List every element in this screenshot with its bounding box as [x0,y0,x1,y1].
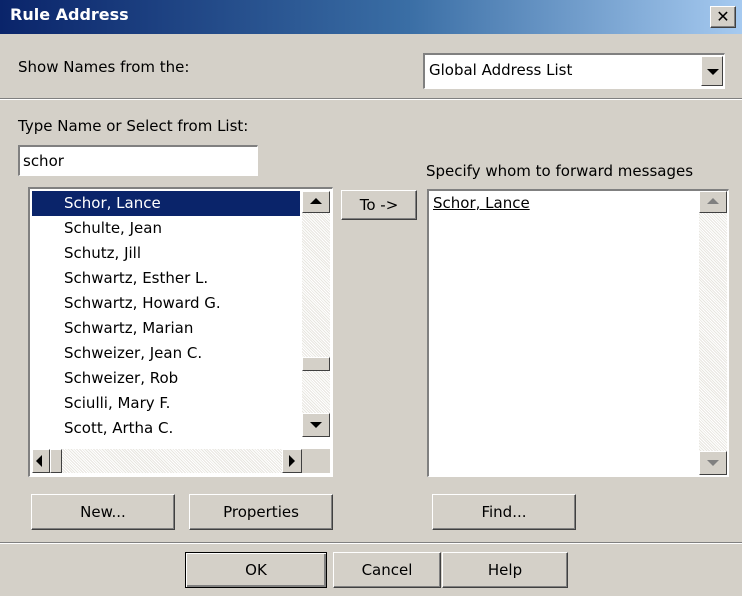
recipients-box[interactable]: Schor, Lance [427,189,729,477]
arrow-up-icon [707,198,719,204]
new-button[interactable]: New... [31,494,175,530]
properties-button-label: Properties [223,503,299,521]
footer-separator [0,542,742,544]
list-item[interactable]: Schor, Lance [32,191,300,216]
scroll-right-button[interactable] [282,449,302,473]
list-item[interactable]: Schweizer, Rob [32,366,300,391]
add-to-button[interactable]: To -> [341,190,417,220]
address-list-dropdown-button[interactable] [701,56,723,86]
list-item[interactable]: Schwartz, Marian [32,316,300,341]
recipients-vertical-scrollbar[interactable] [699,191,727,475]
forward-label: Specify whom to forward messages [426,162,694,180]
address-list-value: Global Address List [429,61,573,79]
type-name-label: Type Name or Select from List: [18,117,249,135]
name-list[interactable]: Schor, Lance Schulte, Jean Schutz, Jill Sch… [28,187,333,477]
arrow-down-icon [310,422,322,428]
ok-button-label: OK [245,561,267,579]
arrow-up-icon [310,198,322,204]
scroll-thumb[interactable] [302,357,330,371]
cancel-button[interactable]: Cancel [333,552,441,588]
name-search-input[interactable] [20,147,257,175]
scroll-left-button[interactable] [32,449,50,473]
scroll-up-button[interactable] [302,191,330,213]
name-list-vertical-scrollbar[interactable] [302,191,330,437]
list-item[interactable]: Scott, Artha C. [32,416,300,441]
list-item[interactable]: Schulte, Jean [32,216,300,241]
close-icon: ✕ [716,7,730,26]
new-button-label: New... [80,503,126,521]
title-bar: Rule Address ✕ [0,0,742,34]
address-list-select[interactable]: Global Address List [423,53,725,89]
ok-button[interactable]: OK [185,552,327,588]
scroll-down-button[interactable] [302,413,330,437]
list-item[interactable]: Schwartz, Howard G. [32,291,300,316]
close-button[interactable]: ✕ [710,6,736,28]
help-button[interactable]: Help [442,552,568,588]
list-item[interactable]: Sciulli, Mary F. [32,391,300,416]
find-button-label: Find... [481,503,527,521]
add-to-button-label: To -> [359,196,399,214]
scrollbar-corner [302,449,330,473]
help-button-label: Help [487,561,523,579]
list-item[interactable]: Schwartz, Esther L. [32,266,300,291]
show-names-label: Show Names from the: [18,58,190,76]
chevron-down-icon [707,69,719,75]
arrow-down-icon [707,460,719,466]
recipients-scroll-down-button[interactable] [699,451,727,475]
dialog-title: Rule Address [10,5,129,24]
arrow-right-icon [289,455,295,467]
name-search-field[interactable] [18,145,258,176]
recipient-link[interactable]: Schor, Lance [433,194,530,212]
list-item[interactable]: Schweizer, Jean C. [32,341,300,366]
find-button[interactable]: Find... [432,494,576,530]
separator [0,98,742,100]
properties-button[interactable]: Properties [189,494,333,530]
name-list-horizontal-scrollbar[interactable] [32,449,302,473]
list-item[interactable]: Schutz, Jill [32,241,300,266]
horizontal-scroll-thumb[interactable] [50,449,62,473]
recipients-scroll-up-button[interactable] [699,191,727,213]
arrow-left-icon [36,455,42,467]
cancel-button-label: Cancel [361,561,413,579]
